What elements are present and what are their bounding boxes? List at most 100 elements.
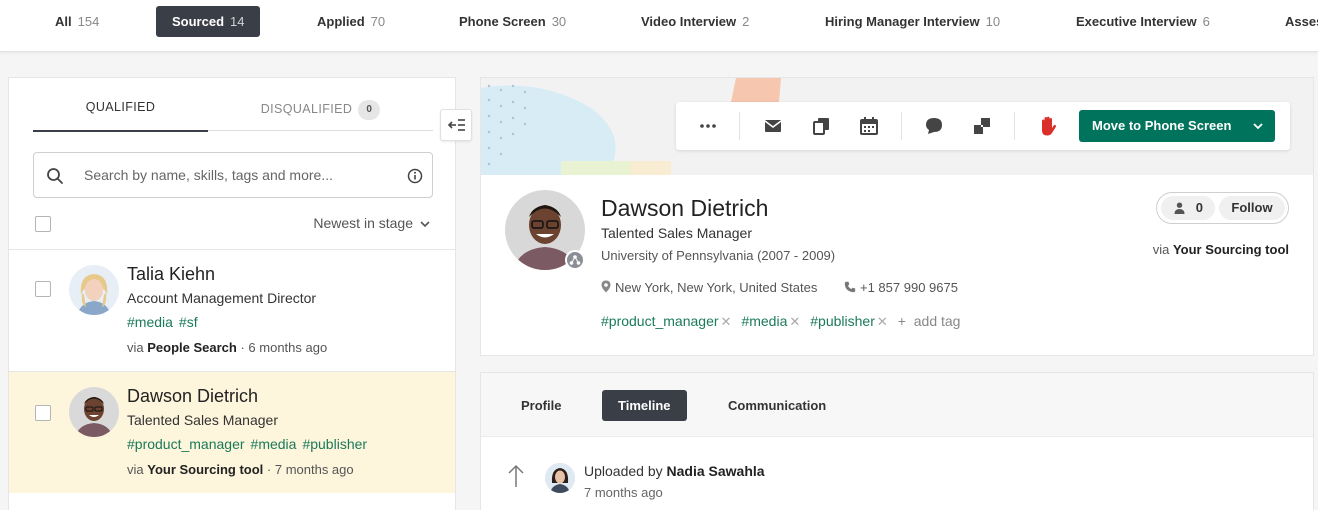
sort-label: Newest in stage [313,215,413,231]
entry-user[interactable]: Nadia Sawahla [667,463,765,479]
followers-count: 0 [1161,196,1215,220]
candidate-checkbox[interactable] [35,405,51,421]
location-text: New York, New York, United States [615,280,818,295]
sort-dropdown[interactable]: Newest in stage [313,215,431,231]
profile-banner: Move to Phone Screen [481,78,1313,175]
email-icon[interactable] [761,114,785,138]
follow-button[interactable]: Follow [1219,196,1285,220]
stage-count: 70 [370,14,386,29]
tag[interactable]: #media [127,314,173,330]
candidate-list-panel: QUALIFIED DISQUALIFIED 0 Newest in stage [8,77,456,510]
tag[interactable]: #publisher [302,436,367,452]
stage-count: 14 [230,14,245,29]
tab-qualified[interactable]: QUALIFIED [33,100,208,132]
tab-communication[interactable]: Communication [728,390,826,421]
upload-arrow-icon [508,464,524,487]
stage-label: Executive Interview [1076,14,1197,29]
more-options-icon[interactable] [696,114,720,138]
stage-count: 6 [1202,14,1210,29]
stage-label: Applied [317,14,365,29]
transfer-icon[interactable] [970,114,994,138]
add-tag-button[interactable]: + add tag [898,313,961,329]
timeline-entry-time: 7 months ago [584,485,663,500]
via-prefix: via [127,462,144,477]
candidate-row[interactable]: Talia Kiehn Account Management Director … [9,249,455,371]
calendar-icon[interactable] [857,114,881,138]
tab-timeline[interactable]: Timeline [602,390,687,421]
avatar [69,265,119,315]
stage-tab-phone-screen[interactable]: Phone Screen 30 [459,6,566,37]
stage-tabs-bar: All 154 Sourced 14 Applied 70 Phone Screen 3… [0,0,1318,52]
remove-tag-icon[interactable]: ✕ [877,314,888,329]
profile-phone: +1 857 990 9675 [844,280,958,295]
stage-tab-assessment[interactable]: Assessment [1285,6,1318,37]
profile-location: New York, New York, United States [601,280,817,295]
tag[interactable]: #media [251,436,297,452]
stage-tab-all[interactable]: All 154 [55,6,99,37]
person-icon [1174,202,1185,214]
collapse-list-button[interactable] [440,109,472,141]
candidate-title: Talented Sales Manager [127,412,278,428]
plus-icon: + [897,313,906,329]
move-to-phone-screen-button[interactable]: Move to Phone Screen [1079,110,1275,142]
remove-tag-icon[interactable]: ✕ [721,314,732,329]
select-all-checkbox[interactable] [35,216,51,232]
stage-count: 2 [742,14,750,29]
phone-icon [844,281,856,293]
stage-label: Phone Screen [459,14,546,29]
search-box [33,152,433,198]
via-prefix: via [127,340,144,355]
candidate-name: Talia Kiehn [127,264,216,284]
stage-label: All [55,14,72,29]
stage-tab-applied[interactable]: Applied 70 [317,6,385,37]
copy-icon[interactable] [809,114,833,138]
candidate-title: Account Management Director [127,290,317,306]
tag[interactable]: #product_manager [601,313,719,329]
candidate-tags: #product_manager #media #publisher [127,436,373,452]
candidate-checkbox[interactable] [35,281,51,297]
stage-tab-sourced[interactable]: Sourced 14 [156,6,261,37]
stage-count: 30 [551,14,567,29]
stage-tab-video-interview[interactable]: Video Interview 2 [641,6,749,37]
collapse-left-icon [447,119,465,131]
tag[interactable]: #product_manager [127,436,245,452]
add-tag-label: add tag [913,313,961,329]
followers-number: 0 [1195,200,1203,215]
chevron-down-icon[interactable] [1241,110,1275,142]
source-name: Your Sourcing tool [1172,242,1289,257]
candidate-profile-card: Move to Phone Screen Dawson Dietrich Tal… [480,77,1314,356]
stage-tab-executive-interview[interactable]: Executive Interview 6 [1076,6,1210,37]
disqualified-count-badge: 0 [358,100,381,120]
stage-label: Assessment [1285,14,1318,29]
candidate-source: via People Search · 6 months ago [127,340,327,355]
toolbar-divider [739,112,740,140]
profile-toolbar: Move to Phone Screen [676,102,1290,150]
chevron-down-icon [420,221,430,228]
remove-tag-icon[interactable]: ✕ [789,314,800,329]
candidate-row-selected[interactable]: Dawson Dietrich Talented Sales Manager #… [9,371,455,493]
tag[interactable]: #sf [179,314,198,330]
search-input[interactable] [84,163,384,187]
tab-label: DISQUALIFIED [260,102,353,116]
stage-tab-hiring-manager-interview[interactable]: Hiring Manager Interview 10 [825,6,1000,37]
phone-text[interactable]: +1 857 990 9675 [860,280,958,295]
disqualify-hand-icon[interactable] [1035,114,1059,138]
source-name: Your Sourcing tool [147,462,264,477]
follow-control: 0 Follow [1156,192,1289,224]
tag[interactable]: #media [741,313,787,329]
search-icon [47,168,63,184]
profile-name: Dawson Dietrich [601,195,769,221]
profile-education: University of Pennsylvania (2007 - 2009) [601,248,836,263]
timeline-card: Profile Timeline Communication Uploaded … [480,372,1314,510]
candidate-tags: #media #sf [127,314,204,330]
info-icon[interactable] [407,168,423,184]
tab-profile[interactable]: Profile [521,390,561,421]
comment-icon[interactable] [922,114,946,138]
toolbar-divider [1014,112,1015,140]
candidate-source: via Your Sourcing tool · 7 months ago [127,462,354,477]
tag[interactable]: #publisher [810,313,875,329]
timeline-entry-text: Uploaded by Nadia Sawahla [584,463,765,479]
stage-label: Sourced [172,14,225,29]
tab-disqualified[interactable]: DISQUALIFIED 0 [208,100,433,131]
profile-source: via Your Sourcing tool [1153,242,1289,257]
